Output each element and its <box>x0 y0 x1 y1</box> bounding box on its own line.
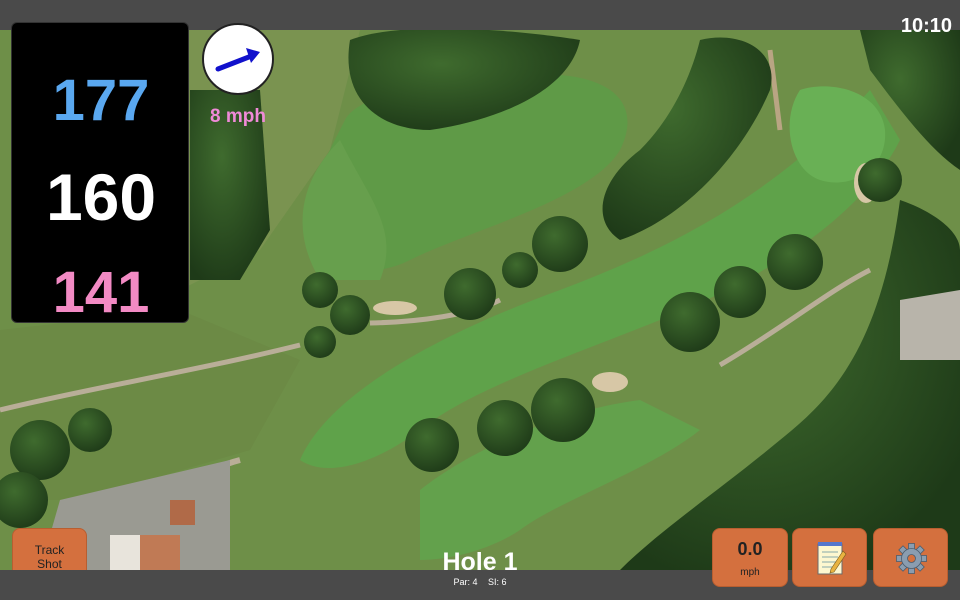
speed-value: 0.0 <box>737 539 763 559</box>
notes-button[interactable] <box>792 528 867 587</box>
settings-button[interactable] <box>873 528 948 587</box>
notepad-icon <box>817 542 847 575</box>
front-of-green-distance: 141 <box>52 260 150 325</box>
track-shot-label-line2: Shot <box>37 557 62 571</box>
hole-meta: Par: 4 SI: 6 <box>380 577 580 587</box>
track-shot-label-line1: Track <box>34 543 65 557</box>
hole-stroke-index: SI: 6 <box>488 577 507 587</box>
wind-speed-label: 8 mph <box>210 106 266 127</box>
speed-unit: mph <box>740 567 760 578</box>
status-clock: 10:10 <box>900 15 952 37</box>
gear-icon <box>896 543 927 574</box>
distance-panel: 177 160 141 <box>11 22 189 325</box>
back-of-green-distance: 177 <box>52 68 150 133</box>
wind-direction-arrow-icon <box>215 48 260 72</box>
hole-title: Hole 1 <box>442 548 518 576</box>
hole-par: Par: 4 <box>453 577 478 587</box>
middle-of-green-distance: 160 <box>45 160 157 234</box>
speed-button[interactable]: 0.0 mph <box>712 528 788 587</box>
wind-indicator <box>202 23 274 95</box>
